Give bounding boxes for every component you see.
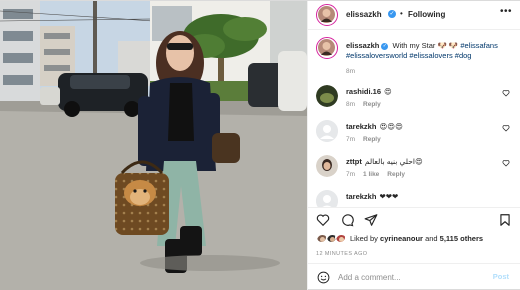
- comment-time: 7m: [346, 171, 356, 178]
- likes-text[interactable]: Liked by cyrineanour and 5,115 others: [350, 234, 483, 243]
- author-avatar[interactable]: [316, 4, 338, 26]
- comment-likes[interactable]: 1 like: [363, 171, 379, 178]
- likes-count[interactable]: 5,115 others: [440, 234, 483, 243]
- likes-prefix: Liked by: [350, 234, 378, 243]
- post-side-panel: elissazkh ✓ • Following ••• elissazkh ✓ W…: [307, 1, 520, 290]
- likes-summary: Liked by cyrineanour and 5,115 others: [308, 232, 520, 246]
- comment-text: tarekzkh 😍😍😍: [346, 122, 403, 131]
- comment-username[interactable]: tarekzkh: [346, 122, 376, 131]
- add-comment-input[interactable]: [338, 269, 478, 285]
- comment-body: 😍: [384, 87, 392, 96]
- comment-body: 😍😍😍: [379, 122, 403, 131]
- like-comment-heart-icon[interactable]: [502, 159, 510, 167]
- comment-body: احلي بنيه بالعالم😍: [364, 157, 423, 166]
- post-photo[interactable]: [0, 1, 307, 290]
- reply-button[interactable]: Reply: [387, 171, 405, 178]
- post-time-ago: 12 MINUTES AGO: [316, 251, 368, 257]
- post-comment-button[interactable]: Post: [493, 272, 509, 281]
- comment-username[interactable]: rashidi.16: [346, 87, 381, 96]
- like-heart-icon[interactable]: [316, 213, 330, 227]
- comment-meta: 7m 1 like Reply: [346, 171, 413, 178]
- caption-username[interactable]: elissazkh: [346, 41, 379, 50]
- caption-time: 8m: [346, 68, 356, 75]
- instagram-post-view: elissazkh ✓ • Following ••• elissazkh ✓ W…: [0, 0, 520, 290]
- comment-bubble-icon[interactable]: [340, 213, 354, 227]
- photo-illustration: [0, 1, 307, 290]
- emoji-smile-icon[interactable]: [317, 271, 330, 284]
- caption-author-avatar[interactable]: [316, 37, 338, 59]
- comment-text: rashidi.16 😍: [346, 87, 392, 96]
- commenter-avatar[interactable]: [316, 85, 338, 107]
- verified-badge-icon: ✓: [381, 42, 389, 50]
- more-options-icon[interactable]: •••: [500, 6, 512, 17]
- post-actions-bar: [308, 207, 520, 229]
- verified-badge-icon: ✓: [388, 10, 396, 18]
- reply-button[interactable]: Reply: [363, 101, 381, 108]
- add-comment-bar: Post: [308, 263, 520, 290]
- commenter-avatar[interactable]: [316, 155, 338, 177]
- save-bookmark-icon[interactable]: [498, 213, 512, 227]
- commenter-avatar[interactable]: [316, 190, 338, 207]
- comment-meta: 7m Reply: [346, 136, 389, 143]
- likes-and: and: [425, 234, 438, 243]
- post-caption: elissazkh ✓ With my Star 🐶 🐶 #elissafans …: [346, 41, 514, 61]
- commenter-avatar[interactable]: [316, 120, 338, 142]
- caption-emoji: 🐶 🐶: [437, 41, 459, 50]
- comment-time: 7m: [346, 136, 356, 143]
- author-username[interactable]: elissazkh: [346, 10, 382, 19]
- comment-time: 8m: [346, 101, 356, 108]
- following-button[interactable]: Following: [408, 10, 445, 19]
- comment-text: tarekzkh ❤❤❤: [346, 192, 398, 201]
- separator-dot: •: [400, 9, 403, 18]
- comments-list[interactable]: elissazkh ✓ With my Star 🐶 🐶 #elissafans …: [308, 30, 520, 207]
- share-send-icon[interactable]: [364, 213, 378, 227]
- comment-row: tarekzkh 😍😍😍 7m Reply: [308, 120, 520, 150]
- comment-username[interactable]: zttpt: [346, 157, 362, 166]
- reply-button[interactable]: Reply: [363, 136, 381, 143]
- like-comment-heart-icon[interactable]: [502, 124, 510, 132]
- comment-body: ❤❤❤: [379, 192, 399, 201]
- like-comment-heart-icon[interactable]: [502, 89, 510, 97]
- comment-text: zttpt احلي بنيه بالعالم😍: [346, 157, 423, 166]
- comment-row: zttpt احلي بنيه بالعالم😍 7m 1 like Reply: [308, 155, 520, 185]
- caption-text: With my Star: [392, 41, 436, 50]
- comment-row: tarekzkh ❤❤❤: [308, 190, 520, 207]
- comment-username[interactable]: tarekzkh: [346, 192, 376, 201]
- liker-avatar[interactable]: [335, 232, 346, 243]
- comment-row: rashidi.16 😍 8m Reply: [308, 85, 520, 115]
- post-header: elissazkh ✓ • Following •••: [308, 1, 520, 30]
- likes-user[interactable]: cyrineanour: [380, 234, 423, 243]
- comment-meta: 8m Reply: [346, 101, 389, 108]
